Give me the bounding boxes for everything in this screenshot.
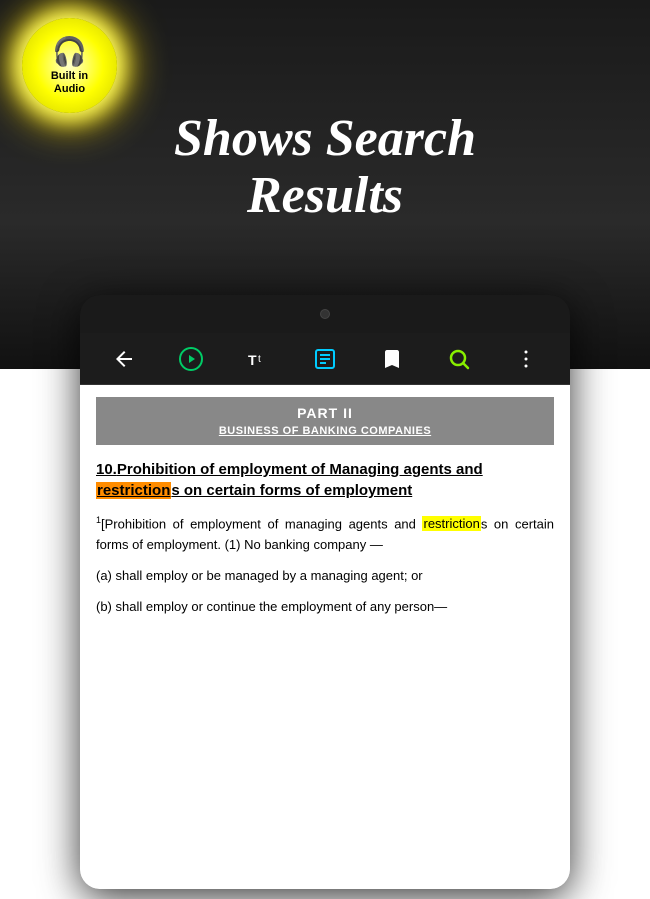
tablet-device: T t — [80, 295, 570, 889]
body-highlight: restriction — [422, 516, 480, 531]
back-button[interactable] — [106, 341, 142, 377]
tablet-topbar — [80, 295, 570, 333]
tablet-camera — [320, 309, 330, 319]
document-page: PART II BUSINESS OF BANKING COMPANIES 10… — [80, 385, 570, 889]
section-heading: 10.Prohibition of employment of Managing… — [96, 459, 554, 501]
text-size-button[interactable]: T t — [240, 341, 276, 377]
bookmark-button[interactable] — [374, 341, 410, 377]
page-title: Shows Search Results — [0, 110, 650, 224]
search-button[interactable] — [441, 341, 477, 377]
page-title-container: Shows Search Results — [0, 110, 650, 224]
section-number: 10. — [96, 461, 117, 478]
part-header: PART II BUSINESS OF BANKING COMPANIES — [96, 397, 554, 445]
section-title-end: s on certain forms of employment — [171, 482, 412, 499]
badge-text: Built in Audio — [51, 70, 88, 96]
item-a: (a) shall employ or be managed by a mana… — [96, 566, 554, 587]
audio-badge: 🎧 Built in Audio — [22, 18, 117, 113]
part-label: PART II — [100, 405, 550, 421]
body-paragraph: 1[Prohibition of employment of managing … — [96, 513, 554, 556]
play-button[interactable] — [173, 341, 209, 377]
more-options-button[interactable] — [508, 341, 544, 377]
svg-text:t: t — [258, 354, 261, 365]
headphone-icon: 🎧 — [52, 35, 87, 68]
section-title-highlight: restriction — [96, 482, 171, 499]
svg-text:T: T — [248, 352, 257, 368]
tablet-content: PART II BUSINESS OF BANKING COMPANIES 10… — [80, 385, 570, 889]
item-b: (b) shall employ or continue the employm… — [96, 597, 554, 618]
notes-button[interactable] — [307, 341, 343, 377]
body-text-1: [Prohibition of employment of managing a… — [101, 516, 422, 531]
business-label: BUSINESS OF BANKING COMPANIES — [100, 425, 550, 437]
toolbar: T t — [80, 333, 570, 385]
section-title-plain: Prohibition of employment of Managing ag… — [117, 461, 483, 478]
